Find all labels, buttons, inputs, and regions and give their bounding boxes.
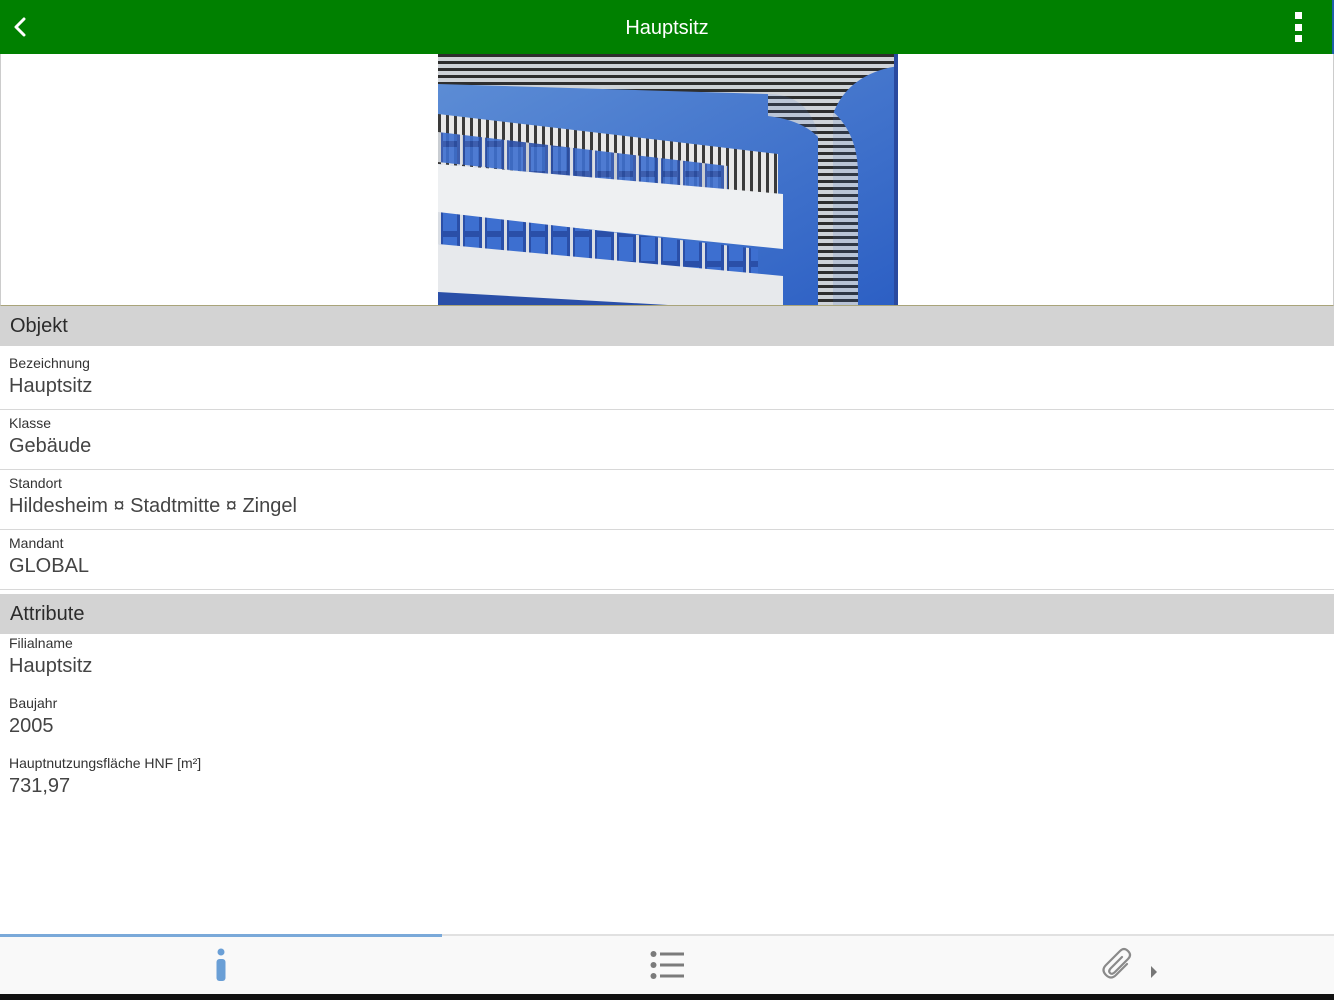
- field-label: Hauptnutzungsfläche HNF [m²]: [9, 755, 202, 771]
- bottom-tab-bar: [0, 934, 1334, 994]
- info-icon: [216, 948, 226, 981]
- field-label: Bezeichnung: [9, 355, 90, 371]
- field-value: Hauptsitz: [9, 375, 93, 397]
- overflow-menu-button[interactable]: [1290, 12, 1306, 42]
- paperclip-icon: [1102, 947, 1132, 979]
- system-bottom-strip: [0, 994, 1334, 1000]
- field-value: Hildesheim ¤ Stadtmitte ¤ Zingel: [9, 495, 297, 517]
- field-value: 731,97: [9, 775, 71, 797]
- field-hauptnutzungsflaeche[interactable]: Hauptnutzungsfläche HNF [m²] 731,97: [0, 750, 1334, 810]
- chevron-left-icon: [14, 17, 26, 37]
- field-value: Hauptsitz: [9, 655, 93, 677]
- field-filialname[interactable]: Filialname Hauptsitz: [0, 630, 1334, 690]
- field-value: GLOBAL: [9, 555, 90, 577]
- field-mandant[interactable]: Mandant GLOBAL: [0, 530, 1334, 590]
- field-label: Klasse: [9, 415, 52, 431]
- tab-list[interactable]: [442, 936, 892, 994]
- play-small-icon: [1151, 966, 1157, 978]
- tab-info[interactable]: [0, 936, 442, 994]
- field-value: 2005: [9, 715, 54, 737]
- building-photo[interactable]: [438, 54, 898, 305]
- field-klasse[interactable]: Klasse Gebäude: [0, 410, 1334, 470]
- object-image-area: [0, 54, 1334, 306]
- field-standort[interactable]: Standort Hildesheim ¤ Stadtmitte ¤ Zinge…: [0, 470, 1334, 530]
- list-icon: [650, 951, 684, 979]
- field-bezeichnung[interactable]: Bezeichnung Hauptsitz: [0, 350, 1334, 410]
- field-value: Gebäude: [9, 435, 92, 457]
- field-label: Mandant: [9, 535, 64, 551]
- page-title: Hauptsitz: [625, 17, 709, 39]
- app-bar: Hauptsitz: [0, 0, 1334, 54]
- back-button[interactable]: [6, 13, 34, 41]
- section-header-objekt: Objekt: [0, 306, 1334, 346]
- field-label: Standort: [9, 475, 62, 491]
- tab-attachments[interactable]: [1080, 936, 1180, 994]
- section-header-attribute: Attribute: [0, 594, 1334, 634]
- field-label: Filialname: [9, 635, 73, 651]
- field-baujahr[interactable]: Baujahr 2005: [0, 690, 1334, 750]
- more-vertical-icon: [1294, 12, 1302, 19]
- field-label: Baujahr: [9, 695, 58, 711]
